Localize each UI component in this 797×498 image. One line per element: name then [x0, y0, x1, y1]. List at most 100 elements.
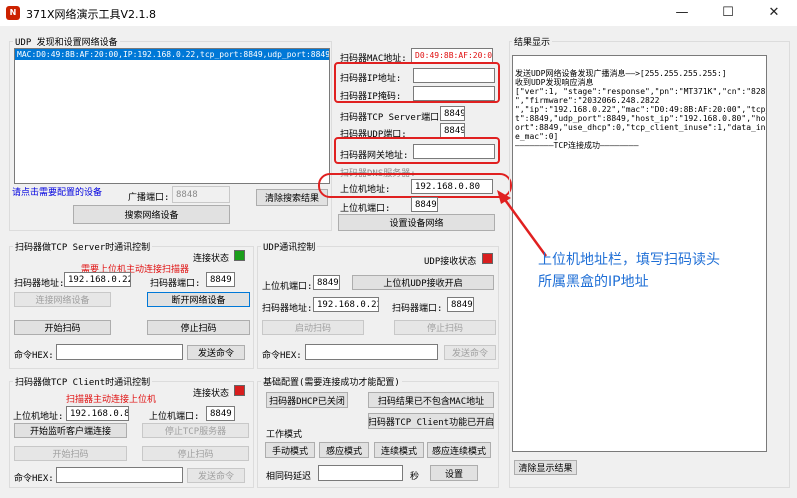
- minimize-button-alt[interactable]: —: [659, 0, 705, 26]
- udp-start-scan-button[interactable]: 启动扫码: [262, 320, 364, 335]
- set-device-network-button[interactable]: 设置设备网络: [338, 214, 495, 231]
- tcp-client-status-label: 连接状态: [193, 389, 230, 399]
- results-title: 结果显示: [512, 35, 553, 48]
- host-port-input[interactable]: 8849: [411, 197, 438, 212]
- scanner-ip-input[interactable]: [413, 68, 495, 83]
- results-line: ","firmware":"2032066.248.2822: [515, 96, 660, 105]
- udp-discovery-title: UDP 发现和设置网络设备: [13, 35, 120, 48]
- tcp-client-hint: 扫描器主动连接上位机: [66, 395, 157, 405]
- udp-comm-title: UDP通讯控制: [261, 240, 318, 253]
- tcp-server-status-indicator: [234, 250, 245, 261]
- results-line: 发送UDP网络设备发现广播消息——>[255.255.255.255:]: [515, 69, 727, 78]
- manual-mode-button[interactable]: 手动模式: [265, 442, 315, 458]
- results-line: ort":8849,"use_dhcp":0,"tcp_client_inuse…: [515, 123, 767, 132]
- tcp-client-toggle-button[interactable]: 扫码器TCP Client功能已开启: [368, 413, 494, 429]
- tcp-server-addr-label: 扫码器地址:: [14, 279, 65, 289]
- udp-host-port-label: 上位机端口:: [262, 282, 313, 292]
- results-line: ["ver":1, "stage":"response","pn":"MT371…: [515, 87, 766, 96]
- same-code-delay-input[interactable]: [318, 465, 403, 481]
- tcp-server-cmd-label: 命令HEX:: [14, 351, 54, 361]
- tcp-server-stop-scan-button[interactable]: 停止扫码: [147, 320, 250, 335]
- results-line: [515, 60, 764, 69]
- maximize-button-alt[interactable]: ☐: [705, 0, 751, 26]
- udp-cmd-input[interactable]: [305, 344, 438, 360]
- tcp-client-host-addr-input[interactable]: 192.168.0.80: [66, 406, 129, 421]
- scanner-gateway-input[interactable]: [413, 144, 495, 159]
- tcp-client-start-scan-button[interactable]: 开始扫码: [14, 446, 127, 461]
- udp-scanner-port-label: 扫码器端口:: [392, 304, 443, 314]
- tcp-client-status-indicator: [234, 385, 245, 396]
- scanner-tcp-port-input[interactable]: 8849: [440, 106, 465, 121]
- tcp-server-start-scan-button[interactable]: 开始扫码: [14, 320, 111, 335]
- start-listen-button[interactable]: 开始监听客户端连接: [14, 423, 127, 438]
- window-title: 371X网络演示工具V2.1.8: [26, 8, 157, 21]
- tcp-client-send-button[interactable]: 发送命令: [187, 468, 245, 483]
- udp-receive-status-label: UDP接收状态: [424, 257, 477, 267]
- annotation-text: 上位机地址栏，填写扫码读头 所属黑盒的IP地址: [538, 249, 720, 293]
- tcp-server-cmd-input[interactable]: [56, 344, 183, 360]
- results-line: ","ip":"192.168.0.22","mac":"D0:49:8B:AF…: [515, 105, 767, 114]
- results-line: e_mac":0]: [515, 132, 559, 141]
- select-device-hint: 请点击需要配置的设备: [12, 188, 103, 198]
- tcp-server-port-input[interactable]: 8849: [206, 272, 235, 287]
- search-devices-button[interactable]: 搜索网络设备: [73, 205, 230, 224]
- scanner-mask-label: 扫码器IP掩码:: [340, 92, 402, 102]
- scanner-udp-port-input[interactable]: 8849: [440, 123, 465, 138]
- sense-mode-button[interactable]: 感应模式: [319, 442, 369, 458]
- host-address-input[interactable]: 192.168.0.80: [411, 179, 493, 194]
- udp-send-button[interactable]: 发送命令: [444, 345, 496, 360]
- work-mode-label: 工作模式: [266, 430, 303, 440]
- tcp-client-title: 扫码器做TCP Client时通讯控制: [13, 375, 153, 388]
- close-button[interactable]: ✕: [751, 0, 797, 26]
- annotation-line-1: 上位机地址栏，填写扫码读头: [538, 252, 720, 268]
- tcp-client-host-port-input[interactable]: 8849: [206, 406, 235, 421]
- broadcast-port-label: 广播端口:: [128, 193, 170, 203]
- tcp-server-title: 扫码器做TCP Server时通讯控制: [13, 240, 153, 253]
- delay-unit-label: 秒: [410, 472, 420, 482]
- mac-include-toggle-button[interactable]: 扫码结果已不包含MAC地址: [368, 392, 494, 408]
- stop-tcp-server-button[interactable]: 停止TCP服务器: [142, 423, 249, 438]
- scanner-ip-label: 扫码器IP地址:: [340, 74, 402, 84]
- udp-scanner-port-input[interactable]: 8849: [447, 297, 474, 312]
- device-list-item[interactable]: MAC:D0:49:8B:AF:20:00,IP:192.168.0.22,tc…: [15, 49, 329, 60]
- clear-search-button[interactable]: 清除搜索结果: [256, 189, 328, 206]
- disconnect-device-button[interactable]: 断开网络设备: [147, 292, 250, 307]
- tcp-server-send-button[interactable]: 发送命令: [187, 345, 245, 360]
- sense-continuous-mode-button[interactable]: 感应连续模式: [427, 442, 491, 458]
- delay-set-button[interactable]: 设置: [430, 465, 478, 481]
- scanner-tcp-port-label: 扫码器TCP Server端口:: [340, 113, 445, 123]
- udp-receive-status-indicator: [482, 253, 493, 264]
- scanner-gateway-label: 扫码器网关地址:: [340, 151, 409, 161]
- broadcast-port-input[interactable]: 8848: [172, 186, 230, 203]
- tcp-client-cmd-input[interactable]: [56, 467, 183, 483]
- tcp-server-status-label: 连接状态: [193, 254, 230, 264]
- host-address-label: 上位机地址:: [340, 185, 391, 195]
- results-line: 收到UDP发现响应消息: [515, 78, 594, 87]
- results-line: ————————TCP连接成功————————: [515, 141, 639, 150]
- scanner-mac-field: D0:49:8B:AF:20:00: [411, 48, 493, 63]
- udp-scanner-addr-input[interactable]: 192.168.0.22: [313, 297, 379, 312]
- udp-scanner-addr-label: 扫码器地址:: [262, 304, 313, 314]
- device-list[interactable]: MAC:D0:49:8B:AF:20:00,IP:192.168.0.22,tc…: [14, 48, 330, 184]
- connect-device-button[interactable]: 连接网络设备: [14, 292, 111, 307]
- annotation-line-2: 所属黑盒的IP地址: [538, 274, 649, 290]
- clear-results-button[interactable]: 清除显示结果: [514, 460, 577, 475]
- dhcp-toggle-button[interactable]: 扫码器DHCP已关闭: [266, 392, 348, 408]
- tcp-client-host-addr-label: 上位机地址:: [13, 412, 64, 422]
- tcp-client-host-port-label: 上位机端口:: [149, 412, 200, 422]
- udp-host-port-input[interactable]: 8849: [313, 275, 340, 290]
- host-port-label: 上位机端口:: [340, 204, 391, 214]
- udp-cmd-label: 命令HEX:: [262, 351, 302, 361]
- continuous-mode-button[interactable]: 连续模式: [374, 442, 424, 458]
- tcp-server-port-label: 扫码器端口:: [150, 279, 201, 289]
- tcp-client-cmd-label: 命令HEX:: [14, 474, 54, 484]
- results-line: t":8849,"udp_port":8849,"host_ip":"192.1…: [515, 114, 767, 123]
- udp-stop-scan-button[interactable]: 停止扫码: [394, 320, 496, 335]
- basic-config-title: 基础配置(需要连接成功才能配置): [261, 375, 402, 388]
- app-icon: N: [6, 6, 20, 20]
- same-code-delay-label: 相同码延迟: [266, 472, 312, 482]
- udp-receive-open-button[interactable]: 上位机UDP接收开启: [352, 275, 494, 290]
- tcp-client-stop-scan-button[interactable]: 停止扫码: [142, 446, 249, 461]
- scanner-mask-input[interactable]: [413, 86, 495, 101]
- tcp-server-addr-input[interactable]: 192.168.0.22: [64, 272, 131, 287]
